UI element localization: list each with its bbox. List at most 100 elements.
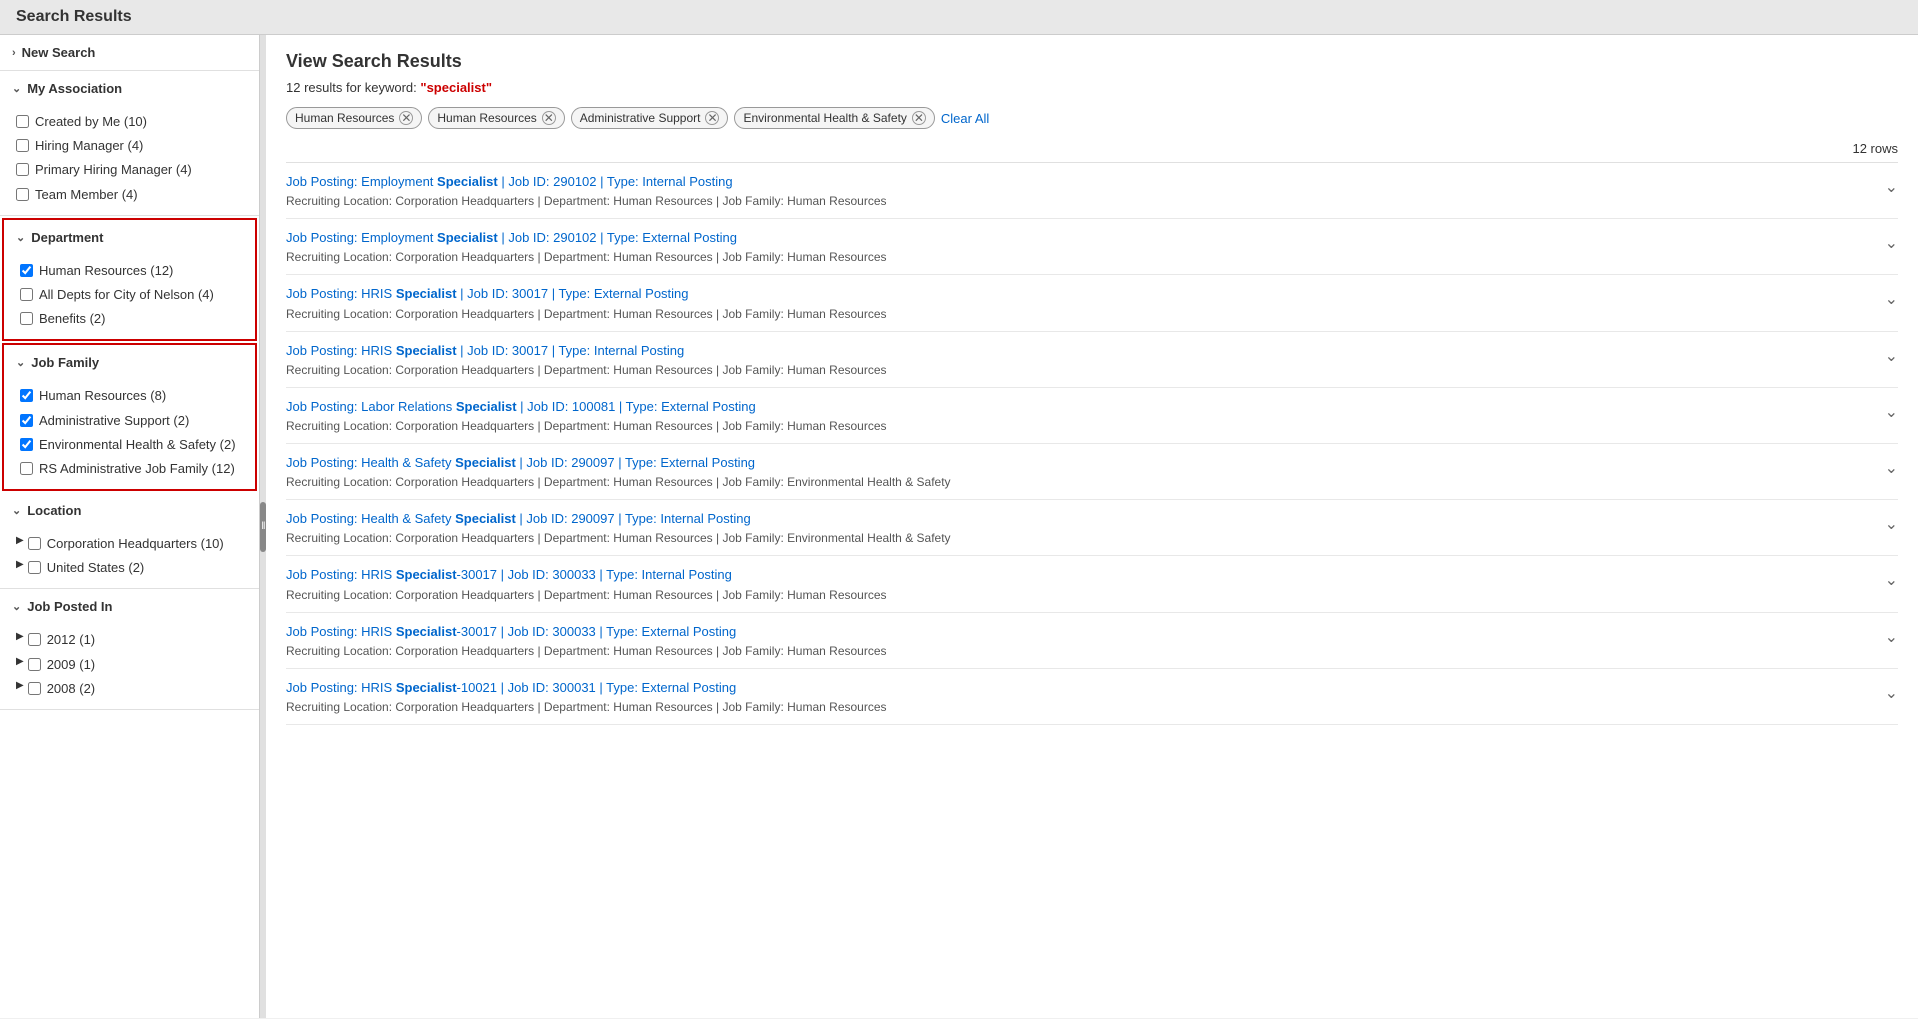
env-health-safety-checkbox[interactable] — [20, 438, 33, 451]
results-count-text: 12 results for keyword: — [286, 80, 417, 95]
expand-job-icon[interactable]: ⌄ — [1885, 346, 1898, 366]
filter-tag-label: Human Resources — [437, 111, 536, 125]
expand-us-icon[interactable]: ▶ — [16, 559, 24, 570]
us-label: United States (2) — [47, 559, 145, 577]
job-title-prefix: Job Posting: HRIS — [286, 680, 396, 695]
expand-job-icon[interactable]: ⌄ — [1885, 683, 1898, 703]
location-header[interactable]: ⌄ Location — [0, 493, 259, 528]
job-link[interactable]: Job Posting: HRIS Specialist-30017 | Job… — [286, 624, 736, 639]
filter-tag-label: Environmental Health & Safety — [743, 111, 906, 125]
created-by-me-checkbox[interactable] — [16, 115, 29, 128]
job-posted-in-header[interactable]: ⌄ Job Posted In — [0, 589, 259, 624]
job-title: Job Posting: Employment Specialist | Job… — [286, 229, 1873, 247]
job-item-content: Job Posting: Employment Specialist | Job… — [286, 173, 1873, 208]
list-item: Environmental Health & Safety (2) — [20, 433, 239, 457]
job-title-suffix: | Job ID: 290102 | Type: Internal Postin… — [498, 174, 733, 189]
job-title: Job Posting: Health & Safety Specialist … — [286, 510, 1873, 528]
job-link[interactable]: Job Posting: HRIS Specialist-30017 | Job… — [286, 567, 732, 582]
job-meta: Recruiting Location: Corporation Headqua… — [286, 644, 1873, 658]
job-title-prefix: Job Posting: Health & Safety — [286, 511, 455, 526]
location-label: Location — [27, 503, 81, 518]
benefits-checkbox[interactable] — [20, 312, 33, 325]
expand-job-icon[interactable]: ⌄ — [1885, 233, 1898, 253]
admin-support-checkbox[interactable] — [20, 414, 33, 427]
all-depts-checkbox[interactable] — [20, 288, 33, 301]
job-title: Job Posting: HRIS Specialist | Job ID: 3… — [286, 342, 1873, 360]
remove-filter-icon[interactable]: ✕ — [399, 111, 413, 125]
job-item-content: Job Posting: Employment Specialist | Job… — [286, 229, 1873, 264]
job-link[interactable]: Job Posting: HRIS Specialist | Job ID: 3… — [286, 343, 684, 358]
job-link[interactable]: Job Posting: Health & Safety Specialist … — [286, 455, 755, 470]
sidebar-section-location: ⌄ Location ▶ Corporation Headquarters (1… — [0, 493, 259, 589]
job-title-prefix: Job Posting: HRIS — [286, 286, 396, 301]
list-item: Hiring Manager (4) — [16, 134, 243, 158]
job-title-bold: Specialist — [396, 343, 457, 358]
job-link[interactable]: Job Posting: Labor Relations Specialist … — [286, 399, 756, 414]
human-resources-dept-checkbox[interactable] — [20, 264, 33, 277]
list-item: Benefits (2) — [20, 307, 239, 331]
filter-tag-label: Administrative Support — [580, 111, 701, 125]
expand-job-icon[interactable]: ⌄ — [1885, 289, 1898, 309]
expand-job-icon[interactable]: ⌄ — [1885, 458, 1898, 478]
job-item-content: Job Posting: HRIS Specialist | Job ID: 3… — [286, 342, 1873, 377]
hiring-manager-checkbox[interactable] — [16, 139, 29, 152]
sidebar-section-my-association: ⌄ My Association Created by Me (10) Hiri… — [0, 71, 259, 216]
expand-job-icon[interactable]: ⌄ — [1885, 402, 1898, 422]
remove-filter-icon[interactable]: ✕ — [912, 111, 926, 125]
expand-2008-icon[interactable]: ▶ — [16, 680, 24, 691]
job-title-suffix: | Job ID: 290102 | Type: External Postin… — [498, 230, 737, 245]
expand-2012-icon[interactable]: ▶ — [16, 631, 24, 642]
job-link[interactable]: Job Posting: Employment Specialist | Job… — [286, 230, 737, 245]
my-association-header[interactable]: ⌄ My Association — [0, 71, 259, 106]
job-link[interactable]: Job Posting: HRIS Specialist | Job ID: 3… — [286, 286, 689, 301]
job-family-header[interactable]: ⌄ Job Family — [4, 345, 255, 380]
expand-job-icon[interactable]: ⌄ — [1885, 627, 1898, 647]
department-header[interactable]: ⌄ Department — [4, 220, 255, 255]
list-item: Human Resources (12) — [20, 259, 239, 283]
expand-job-icon[interactable]: ⌄ — [1885, 514, 1898, 534]
job-item-content: Job Posting: HRIS Specialist-30017 | Job… — [286, 623, 1873, 658]
year-2009-checkbox[interactable] — [28, 658, 41, 671]
job-link[interactable]: Job Posting: HRIS Specialist-10021 | Job… — [286, 680, 736, 695]
year-2012-checkbox[interactable] — [28, 633, 41, 646]
team-member-checkbox[interactable] — [16, 188, 29, 201]
job-title-bold: Specialist — [455, 455, 516, 470]
job-link[interactable]: Job Posting: Employment Specialist | Job… — [286, 174, 733, 189]
job-title: Job Posting: HRIS Specialist-10021 | Job… — [286, 679, 1873, 697]
rs-admin-family-checkbox[interactable] — [20, 462, 33, 475]
job-meta: Recruiting Location: Corporation Headqua… — [286, 419, 1873, 433]
table-row: Job Posting: HRIS Specialist-30017 | Job… — [286, 613, 1898, 669]
job-title-prefix: Job Posting: Employment — [286, 230, 437, 245]
us-checkbox[interactable] — [28, 561, 41, 574]
new-search-label: New Search — [22, 45, 96, 60]
job-title: Job Posting: HRIS Specialist-30017 | Job… — [286, 566, 1873, 584]
remove-filter-icon[interactable]: ✕ — [705, 111, 719, 125]
job-meta: Recruiting Location: Corporation Headqua… — [286, 700, 1873, 714]
job-title-prefix: Job Posting: Labor Relations — [286, 399, 456, 414]
job-title: Job Posting: Employment Specialist | Job… — [286, 173, 1873, 191]
sidebar-section-department: ⌄ Department Human Resources (12) All De… — [2, 218, 257, 342]
clear-all-button[interactable]: Clear All — [941, 111, 989, 126]
remove-filter-icon[interactable]: ✕ — [542, 111, 556, 125]
year-2008-checkbox[interactable] — [28, 682, 41, 695]
human-resources-family-checkbox[interactable] — [20, 389, 33, 402]
expand-job-icon[interactable]: ⌄ — [1885, 177, 1898, 197]
job-title-prefix: Job Posting: HRIS — [286, 343, 396, 358]
filter-tag: Human Resources ✕ — [286, 107, 422, 129]
results-row-count: 12 rows — [286, 141, 1898, 163]
job-posted-in-content: ▶ 2012 (1) ▶ 2009 (1) ▶ 2008 (2) — [0, 624, 259, 709]
expand-corp-hq-icon[interactable]: ▶ — [16, 535, 24, 546]
job-title-bold: Specialist — [437, 230, 498, 245]
primary-hiring-manager-checkbox[interactable] — [16, 163, 29, 176]
list-item: ▶ Corporation Headquarters (10) — [16, 532, 243, 556]
chevron-down-icon: ⌄ — [12, 504, 21, 517]
admin-support-label: Administrative Support (2) — [39, 412, 189, 430]
filter-tag: Environmental Health & Safety ✕ — [734, 107, 934, 129]
job-title-bold: Specialist — [456, 399, 517, 414]
table-row: Job Posting: HRIS Specialist-30017 | Job… — [286, 556, 1898, 612]
job-link[interactable]: Job Posting: Health & Safety Specialist … — [286, 511, 751, 526]
expand-job-icon[interactable]: ⌄ — [1885, 570, 1898, 590]
corp-hq-checkbox[interactable] — [28, 537, 41, 550]
new-search-header[interactable]: › New Search — [0, 35, 259, 70]
expand-2009-icon[interactable]: ▶ — [16, 656, 24, 667]
